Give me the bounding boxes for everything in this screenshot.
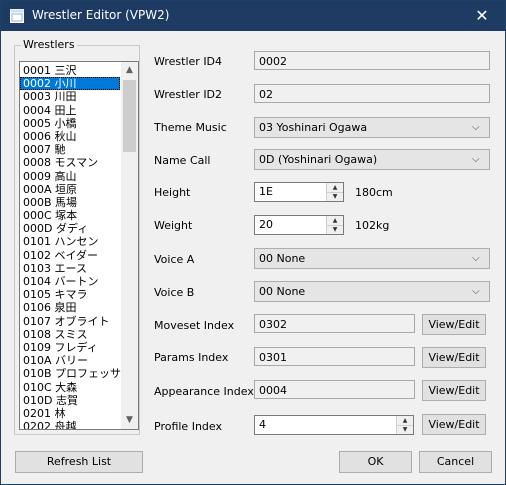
moveset-index-label: Moveset Index xyxy=(154,319,235,332)
profile-index-label: Profile Index xyxy=(154,420,222,433)
appearance-index-label: Appearance Index xyxy=(154,385,254,398)
wrestlers-group-label: Wrestlers xyxy=(21,38,77,51)
profile-view-edit-button[interactable]: View/Edit xyxy=(422,414,486,435)
wrestler-list-item[interactable]: 0001 三沢 xyxy=(20,64,120,77)
name-call-value: 0D (Yoshinari Ogawa) xyxy=(259,153,378,166)
wrestler-list-item[interactable]: 0103 エース xyxy=(20,262,120,275)
theme-music-dropdown[interactable]: 03 Yoshinari Ogawa ⌵ xyxy=(254,117,490,138)
profile-index-spinner: ▲ ▼ xyxy=(396,416,413,434)
chevron-down-icon: ⌵ xyxy=(472,253,480,264)
close-icon: ✕ xyxy=(475,6,489,25)
wrestler-list-item[interactable]: 000B 馬場 xyxy=(20,196,120,209)
spin-down-icon[interactable]: ▼ xyxy=(327,192,343,201)
theme-music-label: Theme Music xyxy=(154,121,227,134)
voice-b-value: 00 None xyxy=(259,285,306,298)
weight-label: Weight xyxy=(154,219,193,232)
height-stepper[interactable]: 1E ▲ ▼ xyxy=(254,182,344,202)
weight-value: 20 xyxy=(259,218,273,231)
profile-index-stepper[interactable]: 4 ▲ ▼ xyxy=(254,415,414,435)
wrestler-list-item[interactable]: 0003 川田 xyxy=(20,90,120,103)
wrestler-list-item[interactable]: 0105 キマラ xyxy=(20,288,120,301)
height-value: 1E xyxy=(259,185,273,198)
height-unit: 180cm xyxy=(355,186,393,199)
name-call-dropdown[interactable]: 0D (Yoshinari Ogawa) ⌵ xyxy=(254,149,490,170)
appearance-index-field[interactable]: 0004 xyxy=(254,380,415,399)
wrestler-list-item[interactable]: 0106 泉田 xyxy=(20,301,120,314)
moveset-view-edit-button[interactable]: View/Edit xyxy=(422,314,486,335)
ok-button[interactable]: OK xyxy=(339,451,412,473)
weight-stepper[interactable]: 20 ▲ ▼ xyxy=(254,215,344,235)
refresh-list-button[interactable]: Refresh List xyxy=(15,451,143,473)
params-index-field[interactable]: 0301 xyxy=(254,347,415,366)
wrestler-list-item[interactable]: 0007 馳 xyxy=(20,143,120,156)
wrestler-list-item[interactable]: 0008 モスマン xyxy=(20,156,120,169)
wrestler-list-item[interactable]: 0006 秋山 xyxy=(20,130,120,143)
weight-spinner: ▲ ▼ xyxy=(326,216,343,234)
wrestler-list-item[interactable]: 010A バリー xyxy=(20,354,120,367)
params-view-edit-button[interactable]: View/Edit xyxy=(422,347,486,368)
scroll-thumb[interactable] xyxy=(123,80,136,152)
scroll-up-icon[interactable]: ▲ xyxy=(121,62,138,79)
moveset-index-field[interactable]: 0302 xyxy=(254,314,415,333)
profile-index-value: 4 xyxy=(259,418,266,431)
wrestler-list-item[interactable]: 0201 林 xyxy=(20,407,120,420)
weight-unit: 102kg xyxy=(355,219,390,232)
name-call-label: Name Call xyxy=(154,154,211,167)
height-label: Height xyxy=(154,186,191,199)
title-bar[interactable]: Wrestler Editor (VPW2) ✕ xyxy=(1,1,505,31)
wrestler-list-items: 0001 三沢 0002 小川 0003 川田 0004 田上 0005 小橋 0006 … xyxy=(20,64,132,429)
wrestler-id2-field[interactable]: 02 xyxy=(254,84,490,103)
params-index-label: Params Index xyxy=(154,351,229,364)
height-spinner: ▲ ▼ xyxy=(326,183,343,201)
wrestler-list-item[interactable]: 0202 舟越 xyxy=(20,420,120,429)
voice-b-dropdown[interactable]: 00 None ⌵ xyxy=(254,281,490,302)
wrestler-list-item[interactable]: 0109 フレディ xyxy=(20,341,120,354)
scroll-down-icon[interactable]: ▼ xyxy=(121,412,138,429)
wrestler-list-item[interactable]: 000A 垣原 xyxy=(20,183,120,196)
wrestler-list-item[interactable]: 0108 スミス xyxy=(20,328,120,341)
wrestler-list-item[interactable]: 0004 田上 xyxy=(20,104,120,117)
wrestler-list-item[interactable]: 0104 バートン xyxy=(20,275,120,288)
theme-music-value: 03 Yoshinari Ogawa xyxy=(259,121,368,134)
wrestler-list-item[interactable]: 0005 小橋 xyxy=(20,117,120,130)
wrestler-list-item[interactable]: 010D 志賀 xyxy=(20,394,120,407)
wrestler-list-item[interactable]: 0101 ハンセン xyxy=(20,235,120,248)
wrestler-list-item[interactable]: 0102 ベイダー xyxy=(20,249,120,262)
wrestler-editor-window: Wrestler Editor (VPW2) ✕ Wrestlers 0001 … xyxy=(0,0,506,485)
chevron-down-icon: ⌵ xyxy=(472,122,480,133)
voice-a-label: Voice A xyxy=(154,253,195,266)
voice-a-value: 00 None xyxy=(259,252,306,265)
wrestler-list-item[interactable]: 010C 大森 xyxy=(20,381,120,394)
voice-a-dropdown[interactable]: 00 None ⌵ xyxy=(254,248,490,269)
wrestler-list-item[interactable]: 0009 高山 xyxy=(20,170,120,183)
voice-b-label: Voice B xyxy=(154,286,195,299)
app-window-icon xyxy=(10,9,24,23)
wrestler-list-item[interactable]: 0107 オブライト xyxy=(20,315,120,328)
spin-down-icon[interactable]: ▼ xyxy=(397,425,413,434)
wrestler-list-item[interactable]: 000C 塚本 xyxy=(20,209,120,222)
wrestler-list-item[interactable]: 000D ダディ xyxy=(20,222,120,235)
wrestler-id2-label: Wrestler ID2 xyxy=(154,88,223,101)
chevron-down-icon: ⌵ xyxy=(472,154,480,165)
appearance-view-edit-button[interactable]: View/Edit xyxy=(422,380,486,401)
wrestler-list[interactable]: 0001 三沢 0002 小川 0003 川田 0004 田上 0005 小橋 0006 … xyxy=(19,61,139,430)
wrestler-id4-field[interactable]: 0002 xyxy=(254,51,490,70)
wrestler-list-item[interactable]: 010B プロフェッサー xyxy=(20,367,132,380)
cancel-button[interactable]: Cancel xyxy=(419,451,492,473)
close-button[interactable]: ✕ xyxy=(459,1,505,31)
window-title: Wrestler Editor (VPW2) xyxy=(32,8,170,22)
list-scrollbar[interactable]: ▲ ▼ xyxy=(121,62,138,429)
wrestler-list-item[interactable]: 0002 小川 xyxy=(20,77,120,91)
chevron-down-icon: ⌵ xyxy=(472,286,480,297)
spin-down-icon[interactable]: ▼ xyxy=(327,225,343,234)
wrestler-id4-label: Wrestler ID4 xyxy=(154,55,223,68)
